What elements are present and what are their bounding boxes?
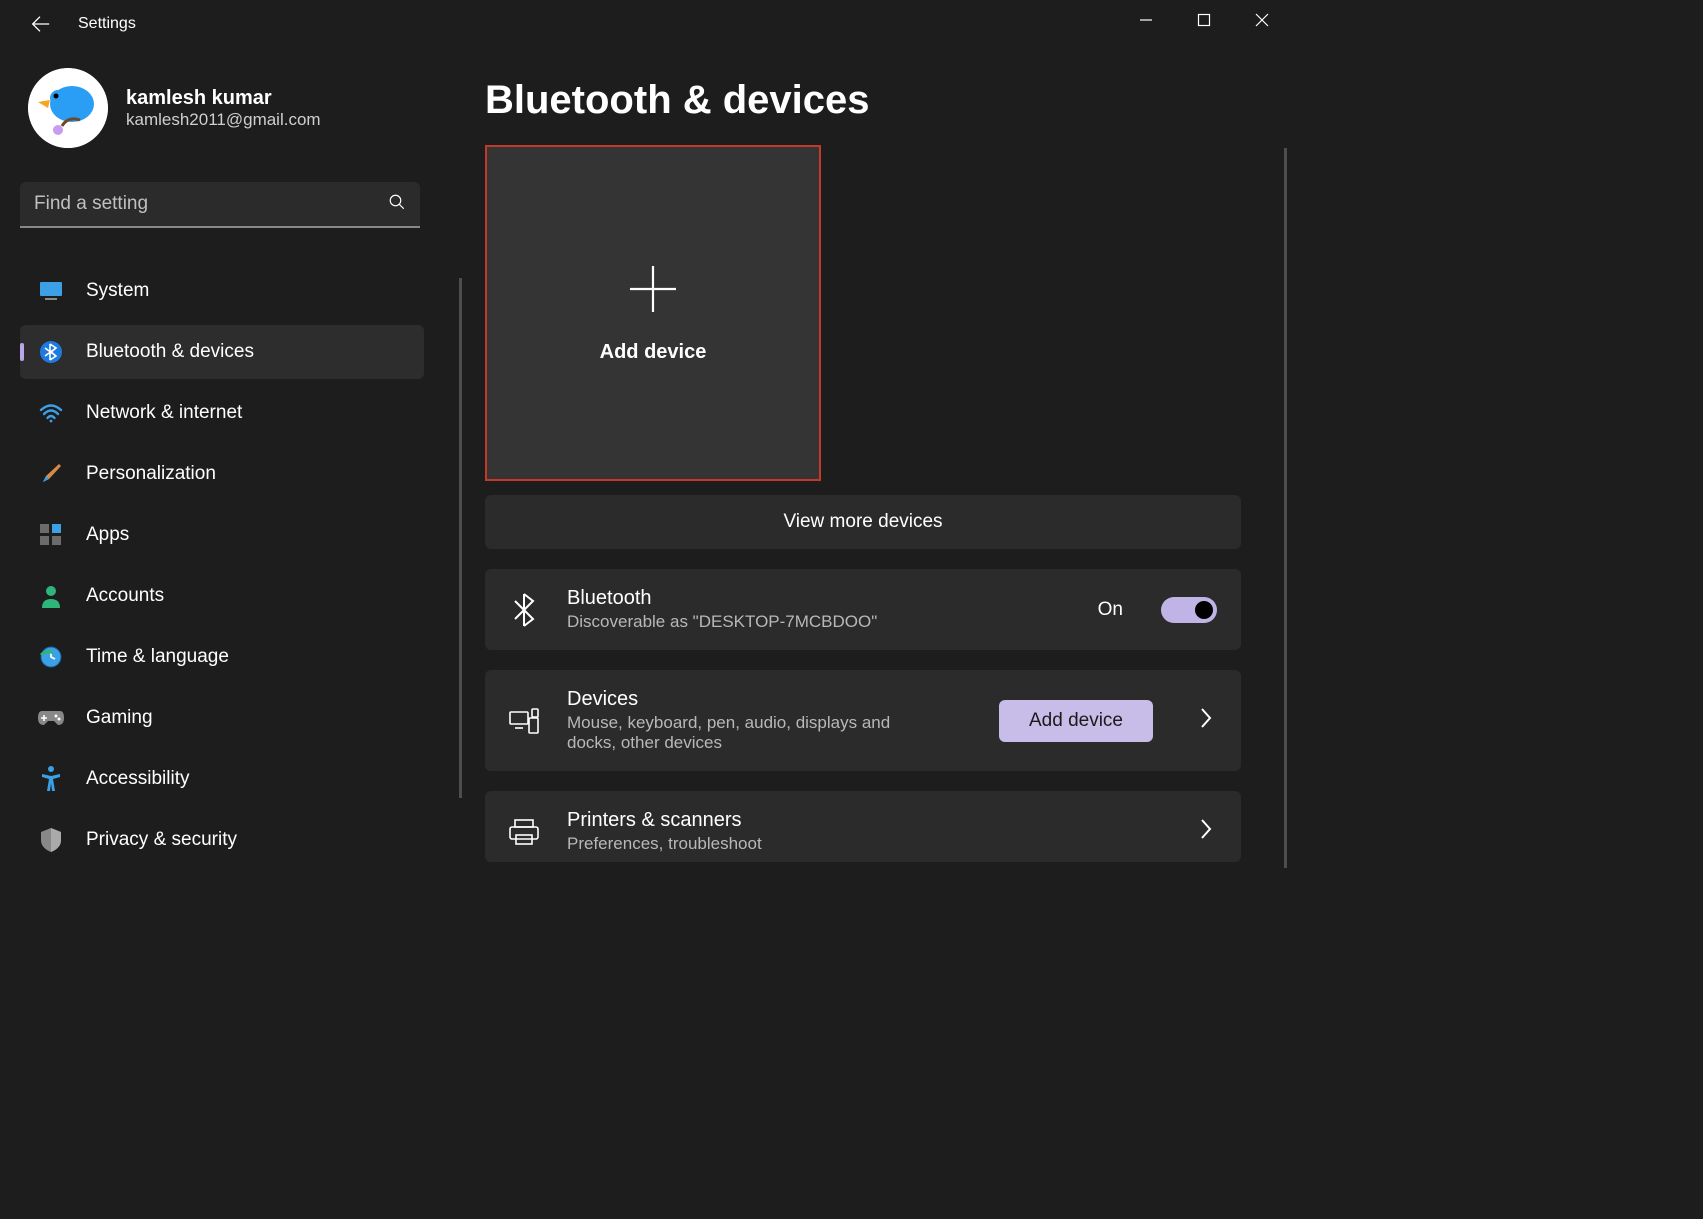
close-button[interactable] xyxy=(1233,0,1291,40)
devices-subtitle: Mouse, keyboard, pen, audio, displays an… xyxy=(567,713,927,753)
profile-email: kamlesh2011@gmail.com xyxy=(126,110,321,130)
page-title: Bluetooth & devices xyxy=(485,78,1261,123)
sidebar-item-system[interactable]: System xyxy=(20,264,424,318)
avatar xyxy=(28,68,108,148)
devices-title: Devices xyxy=(567,688,971,711)
toggle-state-label: On xyxy=(1098,599,1123,621)
printers-card[interactable]: Printers & scanners Preferences, trouble… xyxy=(485,791,1241,862)
bluetooth-icon xyxy=(509,593,539,627)
minimize-button[interactable] xyxy=(1117,0,1175,40)
sidebar-item-label: Gaming xyxy=(86,707,153,729)
sidebar-item-time-language[interactable]: Time & language xyxy=(20,630,424,684)
sidebar-item-label: Accounts xyxy=(86,585,164,607)
chevron-right-icon xyxy=(1199,707,1217,734)
printers-subtitle: Preferences, troubleshoot xyxy=(567,834,1171,854)
main-content: Bluetooth & devices Add device View more… xyxy=(440,48,1291,882)
sidebar-item-label: System xyxy=(86,280,149,302)
apps-icon xyxy=(38,522,64,548)
devices-icon xyxy=(509,708,539,734)
profile-name: kamlesh kumar xyxy=(126,87,321,110)
bluetooth-toggle[interactable] xyxy=(1161,597,1217,623)
printers-title: Printers & scanners xyxy=(567,809,1171,832)
search-icon xyxy=(388,193,406,216)
bluetooth-card: Bluetooth Discoverable as "DESKTOP-7MCBD… xyxy=(485,569,1241,650)
sidebar-item-label: Apps xyxy=(86,524,129,546)
sidebar-item-label: Network & internet xyxy=(86,402,242,424)
sidebar-item-accounts[interactable]: Accounts xyxy=(20,569,424,623)
sidebar-item-bluetooth-devices[interactable]: Bluetooth & devices xyxy=(20,325,424,379)
search-box[interactable] xyxy=(20,182,420,228)
shield-icon xyxy=(38,827,64,853)
sidebar-item-accessibility[interactable]: Accessibility xyxy=(20,752,424,806)
window-controls xyxy=(1117,0,1291,40)
plus-icon xyxy=(626,262,680,321)
search-input[interactable] xyxy=(34,193,388,215)
nav: System Bluetooth & devices Network & int… xyxy=(20,264,440,867)
sidebar-item-label: Privacy & security xyxy=(86,829,237,851)
sidebar-item-label: Accessibility xyxy=(86,768,189,790)
printer-icon xyxy=(509,819,539,845)
clock-icon xyxy=(38,644,64,670)
sidebar-item-apps[interactable]: Apps xyxy=(20,508,424,562)
monitor-icon xyxy=(38,278,64,304)
sidebar-item-privacy[interactable]: Privacy & security xyxy=(20,813,424,867)
gamepad-icon xyxy=(38,705,64,731)
sidebar-item-personalization[interactable]: Personalization xyxy=(20,447,424,501)
sidebar-item-network[interactable]: Network & internet xyxy=(20,386,424,440)
sidebar-item-label: Personalization xyxy=(86,463,216,485)
add-device-button-label: Add device xyxy=(1029,710,1123,731)
toggle-knob xyxy=(1195,601,1213,619)
titlebar: Settings xyxy=(0,0,1291,48)
sidebar-item-label: Time & language xyxy=(86,646,229,668)
back-button[interactable] xyxy=(20,4,60,44)
chevron-right-icon xyxy=(1199,818,1217,845)
add-device-label: Add device xyxy=(600,341,707,364)
devices-card[interactable]: Devices Mouse, keyboard, pen, audio, dis… xyxy=(485,670,1241,771)
brush-icon xyxy=(38,461,64,487)
view-more-label: View more devices xyxy=(783,511,942,533)
main-scrollbar[interactable] xyxy=(1284,148,1287,868)
sidebar: kamlesh kumar kamlesh2011@gmail.com Syst… xyxy=(20,48,440,882)
sidebar-item-gaming[interactable]: Gaming xyxy=(20,691,424,745)
add-device-button[interactable]: Add device xyxy=(999,700,1153,742)
person-icon xyxy=(38,583,64,609)
sidebar-item-label: Bluetooth & devices xyxy=(86,341,254,363)
bluetooth-icon xyxy=(38,339,64,365)
app-title: Settings xyxy=(78,15,136,33)
bluetooth-subtitle: Discoverable as "DESKTOP-7MCBDOO" xyxy=(567,612,1070,632)
accessibility-icon xyxy=(38,766,64,792)
profile-section[interactable]: kamlesh kumar kamlesh2011@gmail.com xyxy=(20,68,440,148)
maximize-button[interactable] xyxy=(1175,0,1233,40)
bluetooth-title: Bluetooth xyxy=(567,587,1070,610)
add-device-tile[interactable]: Add device xyxy=(485,145,821,481)
wifi-icon xyxy=(38,400,64,426)
view-more-devices-button[interactable]: View more devices xyxy=(485,495,1241,549)
